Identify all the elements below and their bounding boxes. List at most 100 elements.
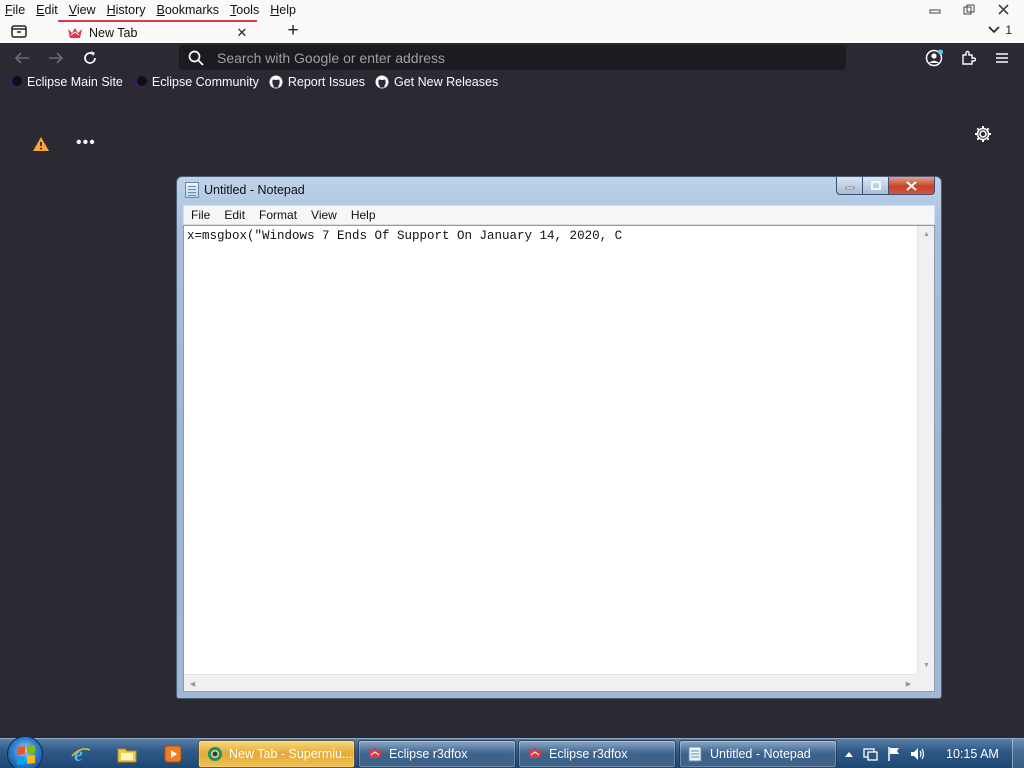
show-hidden-icons-icon[interactable] — [845, 751, 853, 757]
network-icon[interactable] — [862, 746, 878, 762]
notepad-menu-file[interactable]: File — [191, 208, 210, 222]
system-tray — [845, 739, 935, 768]
r3dfox-icon — [527, 746, 543, 762]
arrow-left-icon — [14, 52, 29, 64]
notepad-menu-view[interactable]: View — [311, 208, 337, 222]
firefox-view-button[interactable] — [8, 22, 30, 40]
taskbar-button-notepad[interactable]: Untitled - Notepad — [679, 740, 837, 768]
start-button[interactable] — [7, 736, 43, 768]
browser-menubar: File Edit View History Bookmarks Tools H… — [0, 0, 1024, 20]
more-options-icon[interactable]: ••• — [76, 135, 96, 151]
media-player-button[interactable] — [160, 743, 186, 765]
internet-explorer-button[interactable]: e — [68, 743, 94, 765]
notepad-menubar: File Edit Format View Help — [183, 205, 935, 225]
windows-logo-icon — [17, 745, 35, 765]
eclipse-icon — [133, 75, 147, 89]
notepad-title: Untitled - Notepad — [204, 183, 305, 197]
notepad-menu-edit[interactable]: Edit — [224, 208, 245, 222]
close-icon — [997, 3, 1009, 15]
eclipse-icon — [8, 75, 22, 89]
account-icon — [925, 49, 943, 67]
tab-count: 1 — [1005, 23, 1012, 37]
action-center-flag-icon[interactable] — [887, 746, 901, 762]
menu-view[interactable]: View — [69, 2, 96, 18]
notepad-close-button[interactable] — [889, 177, 935, 195]
bookmark-report-issues[interactable]: Report Issues — [269, 75, 365, 89]
horizontal-scrollbar[interactable]: ◀ ▶ — [184, 674, 917, 691]
scroll-up-icon[interactable]: ▲ — [918, 226, 935, 243]
search-icon — [188, 50, 204, 66]
url-input[interactable] — [217, 49, 817, 66]
settings-gear-icon[interactable] — [974, 125, 992, 146]
menu-history[interactable]: History — [107, 2, 146, 18]
tab-close-button[interactable]: ✕ — [233, 25, 251, 41]
menu-edit[interactable]: Edit — [36, 2, 58, 18]
clock[interactable]: 10:15 AM — [946, 747, 999, 761]
notepad-text-area[interactable]: x=msgbox("Windows 7 Ends Of Support On J… — [183, 225, 935, 692]
scroll-left-icon[interactable]: ◀ — [184, 675, 201, 692]
github-icon — [269, 75, 283, 89]
scroll-right-icon[interactable]: ▶ — [900, 675, 917, 692]
r3dfox-icon — [68, 27, 82, 38]
menu-file[interactable]: File — [5, 2, 25, 18]
show-desktop-button[interactable] — [1012, 739, 1024, 768]
window-close-button[interactable] — [986, 0, 1020, 18]
chevron-down-icon — [988, 26, 1000, 34]
tab-new-tab[interactable]: New Tab ✕ — [58, 20, 257, 43]
bookmarks-toolbar: Eclipse Main Site Eclipse Community Repo… — [0, 72, 1024, 92]
hamburger-icon — [996, 53, 1008, 63]
r3dfox-icon — [367, 746, 383, 762]
github-icon — [375, 75, 389, 89]
bookmark-get-new-releases[interactable]: Get New Releases — [375, 75, 498, 89]
bookmark-eclipse-community[interactable]: Eclipse Community — [133, 75, 259, 89]
explorer-button[interactable] — [114, 743, 140, 765]
window-minimize-button[interactable] — [918, 0, 952, 18]
window-restore-button[interactable] — [952, 0, 986, 18]
folder-icon — [117, 748, 137, 763]
list-all-tabs-button[interactable]: 1 — [988, 23, 1012, 37]
forward-button[interactable] — [45, 47, 67, 69]
menu-help[interactable]: Help — [270, 2, 296, 18]
new-tab-button[interactable]: + — [283, 21, 303, 41]
taskbar: e New Tab - Supermiu... Eclipse r3dfox E… — [0, 736, 1024, 768]
reload-button[interactable] — [79, 47, 101, 69]
back-button[interactable] — [11, 47, 33, 69]
menu-tools[interactable]: Tools — [230, 2, 259, 18]
menu-bookmarks[interactable]: Bookmarks — [157, 2, 220, 18]
extensions-button[interactable] — [957, 47, 979, 69]
navigation-toolbar — [0, 43, 1024, 72]
scrollbar-corner — [917, 674, 934, 691]
volume-icon[interactable] — [910, 746, 926, 762]
notepad-titlebar[interactable]: Untitled - Notepad — [185, 182, 305, 198]
reload-icon — [84, 51, 96, 64]
notepad-maximize-button[interactable] — [863, 177, 889, 195]
warning-icon[interactable] — [32, 136, 50, 155]
close-icon — [906, 180, 917, 191]
app-menu-button[interactable] — [991, 47, 1013, 69]
url-bar[interactable] — [179, 45, 846, 70]
browser-icon — [207, 746, 223, 762]
minimize-icon — [929, 9, 941, 14]
minimize-icon — [845, 186, 854, 189]
maximize-icon — [870, 181, 881, 190]
internet-explorer-icon: e — [71, 744, 91, 764]
notepad-minimize-button[interactable] — [836, 177, 863, 195]
bookmark-eclipse-main-site[interactable]: Eclipse Main Site — [8, 75, 123, 89]
notepad-window[interactable]: Untitled - Notepad File Edit Format View… — [176, 176, 942, 699]
notepad-menu-format[interactable]: Format — [259, 208, 297, 222]
notepad-menu-help[interactable]: Help — [351, 208, 376, 222]
taskbar-button-r3dfox-1[interactable]: Eclipse r3dfox — [358, 740, 516, 768]
notepad-content[interactable]: x=msgbox("Windows 7 Ends Of Support On J… — [187, 229, 622, 243]
tab-title: New Tab — [89, 25, 138, 40]
svg-text:e: e — [74, 744, 83, 764]
tab-bar: New Tab ✕ + 1 — [0, 20, 1024, 43]
puzzle-icon — [962, 50, 976, 65]
notepad-icon — [688, 746, 704, 762]
media-player-icon — [164, 745, 182, 763]
taskbar-button-r3dfox-2[interactable]: Eclipse r3dfox — [518, 740, 676, 768]
scroll-down-icon[interactable]: ▼ — [918, 657, 935, 674]
restore-icon — [963, 4, 975, 14]
vertical-scrollbar[interactable]: ▲ ▼ — [917, 226, 934, 674]
account-button[interactable] — [923, 47, 945, 69]
taskbar-button-browser[interactable]: New Tab - Supermiu... — [198, 740, 355, 768]
